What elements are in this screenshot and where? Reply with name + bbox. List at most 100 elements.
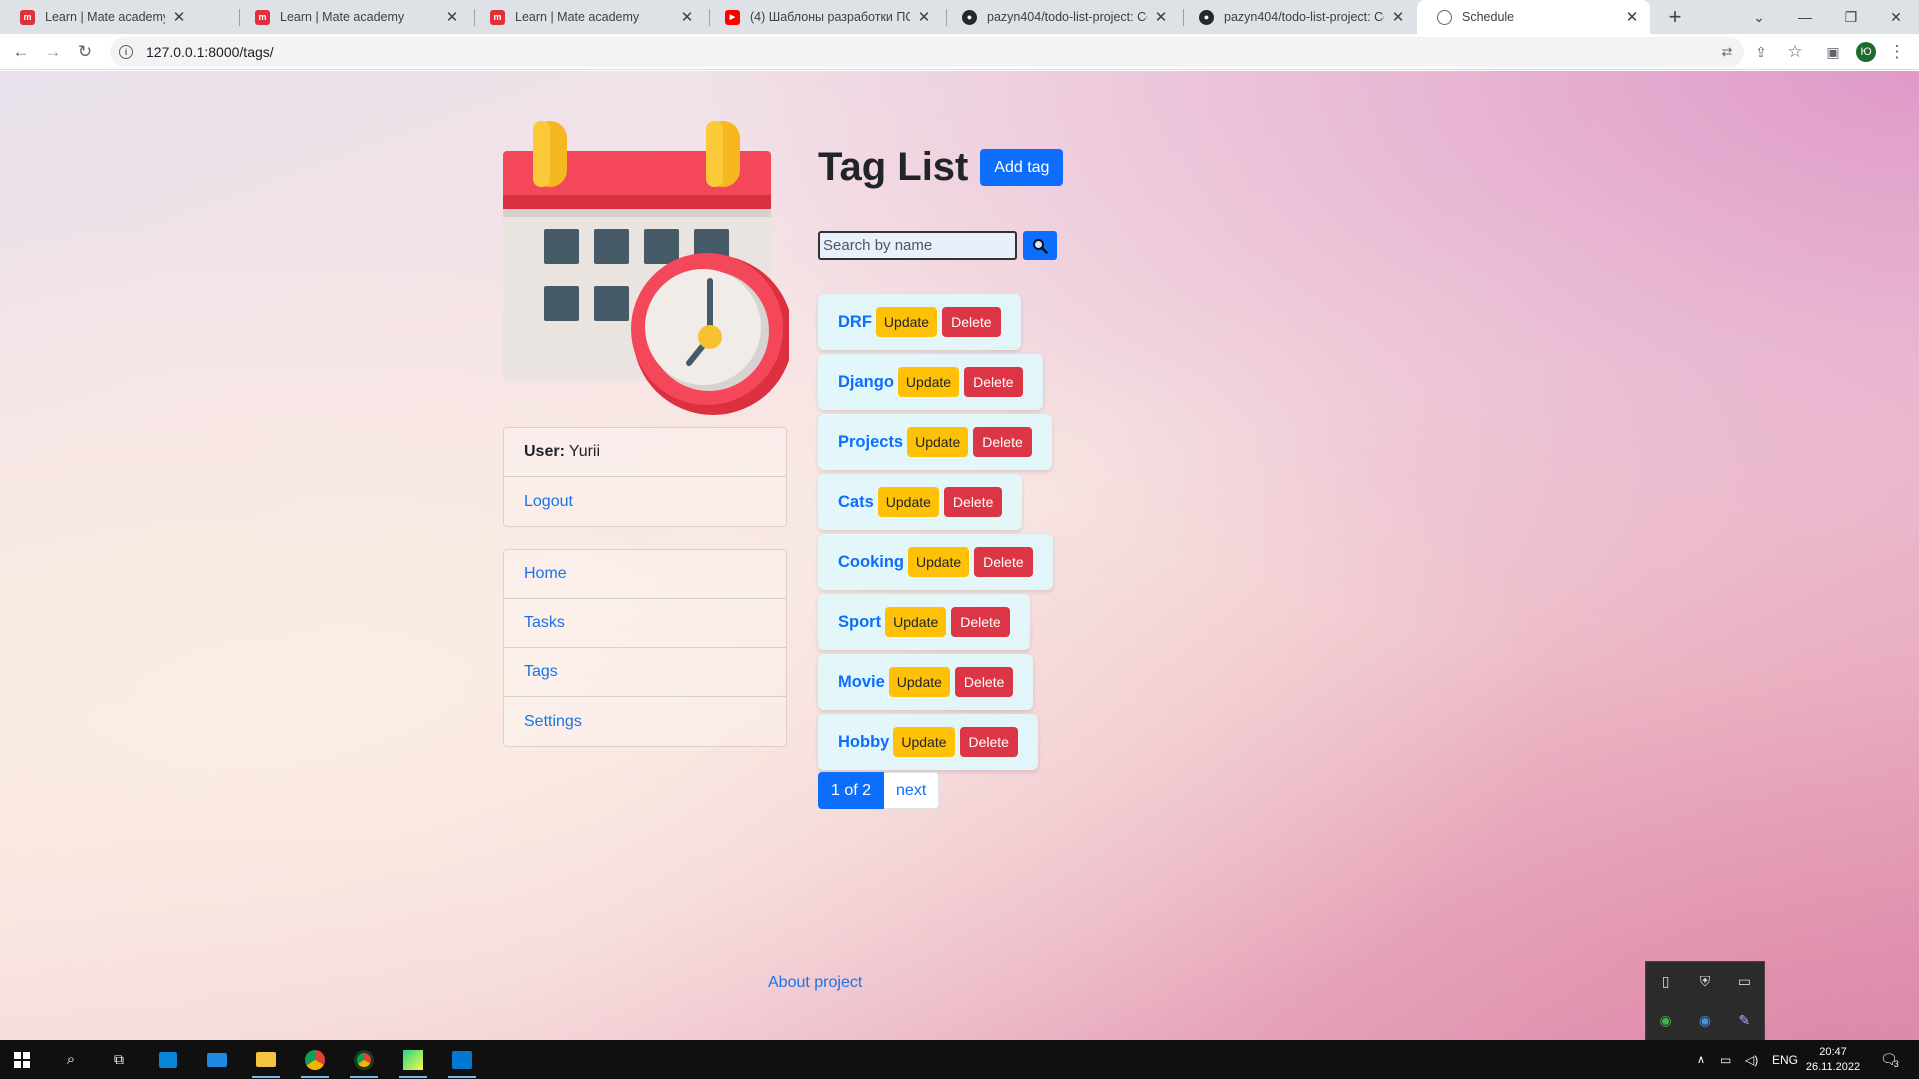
update-button[interactable]: Update — [893, 727, 955, 757]
tab-search-icon[interactable]: ⌄ — [1736, 0, 1782, 34]
delete-button[interactable]: Delete — [954, 667, 1014, 697]
profile-avatar[interactable]: Ю — [1856, 42, 1876, 62]
update-button[interactable]: Update — [875, 307, 938, 337]
delete-button[interactable]: Delete — [974, 547, 1033, 577]
close-icon[interactable]: ✕ — [1390, 8, 1406, 26]
share-icon[interactable]: ⇪ — [1750, 41, 1772, 63]
close-icon[interactable]: ✕ — [916, 8, 932, 26]
about-project-link[interactable]: About project — [768, 974, 862, 992]
task-view-icon[interactable]: ⧉ — [99, 1044, 139, 1075]
volume-icon[interactable]: ◁) — [1745, 1040, 1758, 1079]
tag-name-link[interactable]: Cats — [838, 493, 874, 512]
windows-taskbar: ⌕ ⧉ ∧ ▭ ◁) ENG 20:47 26.11.2022 🗨 3 — [0, 1040, 1919, 1079]
close-icon[interactable]: ✕ — [444, 8, 460, 26]
forward-button[interactable]: → — [42, 41, 64, 63]
update-button[interactable]: Update — [877, 487, 939, 517]
close-window-button[interactable]: ✕ — [1873, 0, 1919, 34]
show-hidden-icons-icon[interactable]: ∧ — [1697, 1040, 1705, 1079]
tag-name-link[interactable]: Projects — [838, 433, 903, 452]
search-button[interactable] — [1023, 231, 1057, 260]
update-button[interactable]: Update — [908, 547, 970, 577]
delete-button[interactable]: Delete — [973, 427, 1032, 457]
nav-link-home[interactable]: Home — [524, 565, 567, 583]
media-player-icon[interactable] — [442, 1044, 482, 1078]
tag-name-link[interactable]: Hobby — [838, 733, 889, 752]
menu-kebab-icon[interactable]: ⋮ — [1886, 41, 1908, 63]
update-button[interactable]: Update — [888, 667, 950, 697]
browser-tab[interactable]: ● pazyn404/todo-list-project: Cor ✕ — [1179, 0, 1416, 34]
restore-button[interactable]: ❐ — [1828, 0, 1874, 34]
page-title: Tag List — [818, 145, 969, 189]
browser-tab[interactable]: ● pazyn404/todo-list-project: Cor ✕ — [942, 0, 1179, 34]
back-button[interactable]: ← — [10, 41, 32, 63]
tag-name-link[interactable]: Django — [838, 373, 894, 392]
nav-link-tags[interactable]: Tags — [524, 663, 558, 681]
notification-center-icon[interactable]: 🗨 3 — [1880, 1040, 1899, 1079]
update-button[interactable]: Update — [897, 367, 960, 397]
user-label: User: — [524, 443, 565, 460]
add-tag-button[interactable]: Add tag — [980, 149, 1064, 186]
windows-start-icon[interactable] — [2, 1044, 42, 1075]
delete-button[interactable]: Delete — [959, 727, 1018, 757]
clock-time: 20:47 — [1819, 1045, 1847, 1058]
delete-button[interactable]: Delete — [943, 487, 1003, 517]
mail-icon[interactable] — [197, 1044, 237, 1075]
network-icon[interactable]: ▭ — [1720, 1040, 1731, 1079]
close-icon[interactable]: ✕ — [1153, 8, 1169, 26]
clock-date: 26.11.2022 — [1805, 1060, 1861, 1073]
sidebar-item-tags[interactable]: Tags — [504, 648, 786, 697]
tag-name-link[interactable]: Cooking — [838, 553, 904, 572]
search-input[interactable] — [818, 231, 1017, 260]
browser-tab[interactable]: ▶ (4) Шаблоны разработки ПО. U ✕ — [705, 0, 942, 34]
pycharm-icon[interactable] — [393, 1044, 433, 1078]
update-button[interactable]: Update — [907, 427, 969, 457]
tag-card: Cooking Update Delete — [818, 534, 1053, 590]
nav-link-tasks[interactable]: Tasks — [524, 614, 565, 632]
defender-shield-icon[interactable]: ⛨ — [1685, 962, 1724, 1001]
sidebar-item-tasks[interactable]: Tasks — [504, 599, 786, 648]
tag-card: Cats Update Delete — [818, 474, 1023, 530]
store-icon[interactable] — [148, 1044, 188, 1075]
browser-tab[interactable]: m Learn | Mate academy ✕ — [0, 0, 197, 34]
delete-button[interactable]: Delete — [951, 607, 1010, 637]
browser-tab[interactable]: m Learn | Mate academy ✕ — [470, 0, 705, 34]
chrome-canary-icon[interactable] — [295, 1044, 335, 1078]
update-button[interactable]: Update — [885, 607, 947, 637]
minimize-button[interactable]: — — [1782, 0, 1828, 34]
logout-item[interactable]: Logout — [504, 477, 786, 526]
close-icon[interactable]: ✕ — [1624, 8, 1640, 26]
bookmark-star-icon[interactable]: ☆ — [1784, 41, 1806, 63]
side-panel-icon[interactable]: ▣ — [1822, 41, 1844, 63]
nav-link-settings[interactable]: Settings — [524, 713, 582, 731]
delete-button[interactable]: Delete — [964, 367, 1023, 397]
browser-tab-active[interactable]: Schedule ✕ — [1417, 0, 1650, 34]
pen-icon[interactable]: ✎ — [1725, 1001, 1764, 1040]
next-page-link[interactable]: next — [884, 772, 940, 809]
delete-button[interactable]: Delete — [942, 307, 1001, 337]
close-icon[interactable]: ✕ — [679, 8, 695, 26]
site-info-icon[interactable]: i — [119, 45, 133, 59]
address-bar[interactable]: i 127.0.0.1:8000/tags/ — [110, 37, 1744, 67]
usb-device-icon[interactable]: ▯ — [1646, 962, 1685, 1001]
clock[interactable]: 20:47 26.11.2022 — [1805, 1040, 1861, 1079]
tag-name-link[interactable]: Movie — [838, 673, 885, 692]
display-settings-icon[interactable]: ▭ — [1725, 962, 1764, 1001]
file-explorer-icon[interactable] — [246, 1044, 286, 1078]
new-tab-button[interactable]: + — [1662, 4, 1688, 30]
close-icon[interactable]: ✕ — [171, 8, 187, 26]
search-icon[interactable]: ⌕ — [51, 1044, 91, 1075]
tag-name-link[interactable]: DRF — [838, 313, 872, 332]
logout-link[interactable]: Logout — [524, 493, 573, 511]
sidebar-item-settings[interactable]: Settings — [504, 697, 786, 746]
tag-name-link[interactable]: Sport — [838, 613, 881, 632]
helper-app-icon[interactable]: ◉ — [1685, 1001, 1724, 1040]
reload-button[interactable]: ↻ — [74, 41, 96, 63]
translate-icon[interactable]: ⇄ — [1716, 41, 1738, 63]
language-indicator[interactable]: ENG — [1772, 1040, 1798, 1079]
browser-tab[interactable]: m Learn | Mate academy ✕ — [235, 0, 470, 34]
sidebar-item-home[interactable]: Home — [504, 550, 786, 599]
chrome-icon[interactable] — [344, 1044, 384, 1078]
youtube-icon: ▶ — [725, 9, 740, 25]
chrome-icon[interactable]: ◉ — [1646, 1001, 1685, 1040]
tray-overflow-popup: ▯ ⛨ ▭ ◉ ◉ ✎ — [1645, 961, 1765, 1040]
